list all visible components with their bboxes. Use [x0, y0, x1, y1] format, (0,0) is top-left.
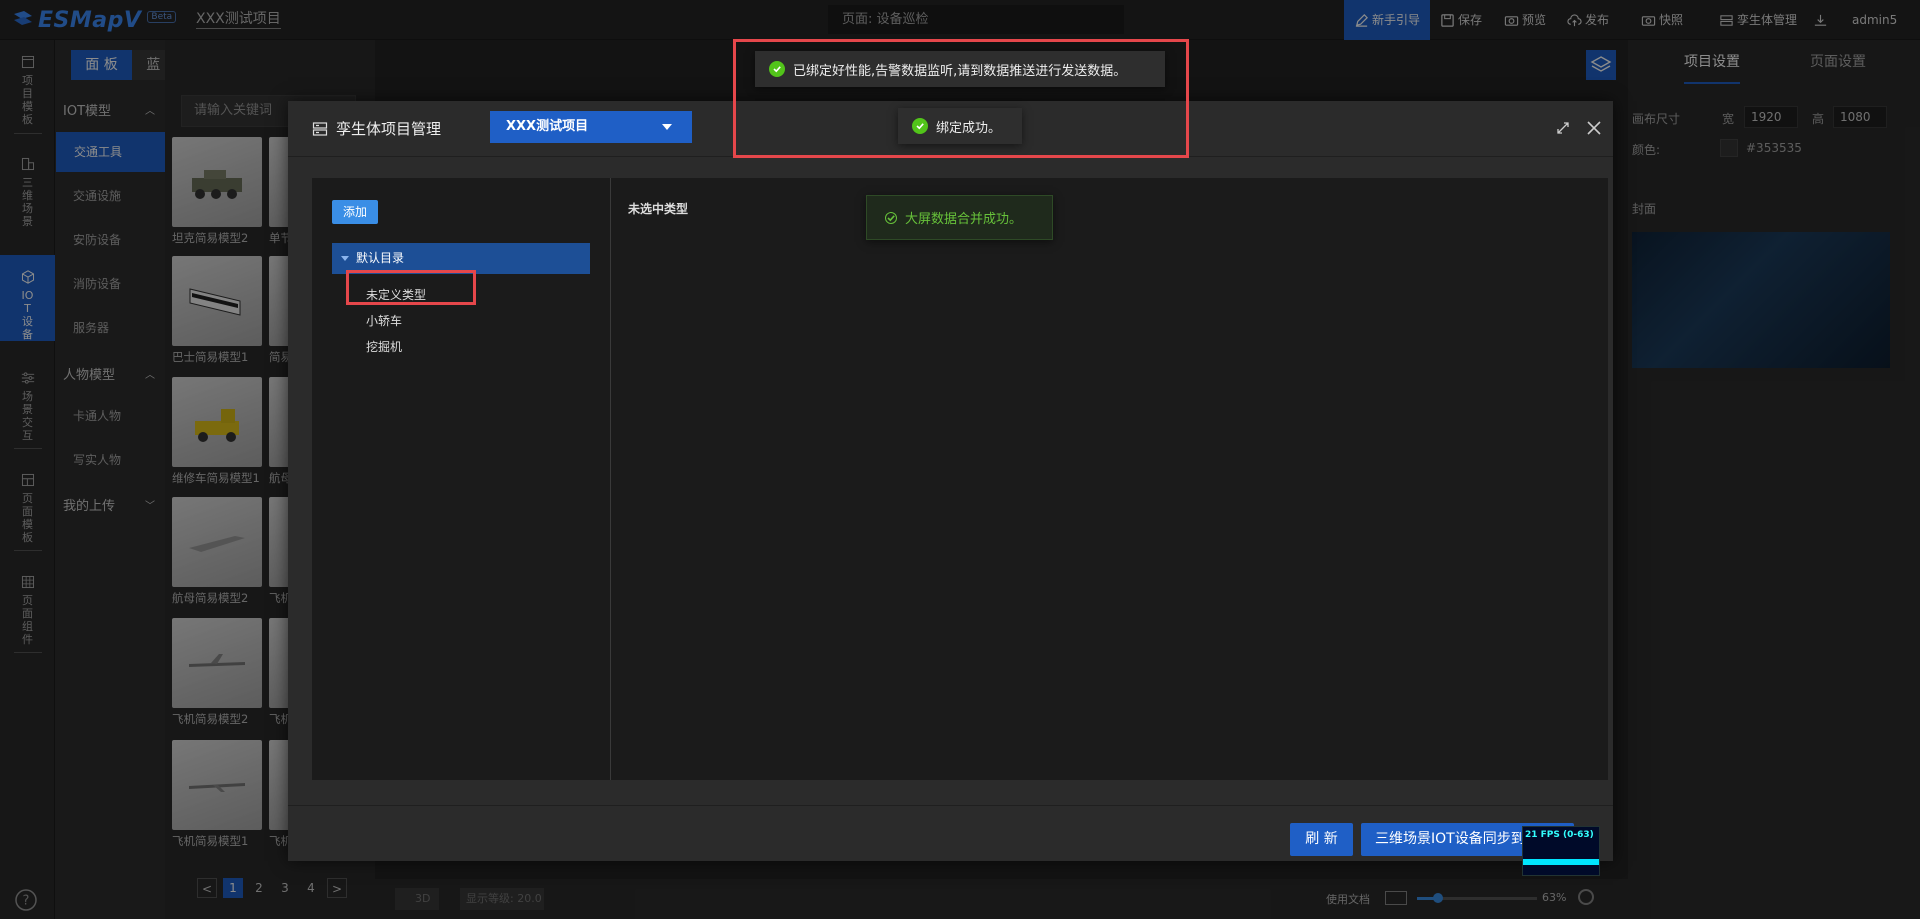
close-icon[interactable]	[1586, 120, 1602, 136]
check-circle-icon	[885, 211, 897, 224]
toast-text: 大屏数据合并成功。	[905, 212, 1023, 227]
fps-text: 21 FPS (0-63)	[1525, 830, 1594, 840]
refresh-button[interactable]: 刷 新	[1290, 823, 1353, 856]
modal-title-text: 孪生体项目管理	[336, 120, 442, 138]
project-select[interactable]: XXX测试项目	[490, 111, 692, 143]
caret-down-icon	[662, 124, 672, 130]
twin-icon	[312, 121, 328, 136]
highlight-box	[346, 270, 476, 305]
tree-node-car[interactable]: 小轿车	[366, 312, 402, 329]
modal-body: 添加 默认目录 未定义类型 小轿车 挖掘机 未选中类型	[312, 178, 1608, 780]
tree-root-label: 默认目录	[356, 251, 405, 265]
type-content-panel: 未选中类型	[612, 178, 1608, 780]
add-button[interactable]: 添加	[332, 200, 378, 224]
modal-title: 孪生体项目管理	[312, 118, 441, 139]
highlight-box	[733, 39, 1189, 158]
fps-bar	[1523, 859, 1599, 865]
type-tree-panel: 添加 默认目录 未定义类型 小轿车 挖掘机	[312, 178, 611, 780]
unselected-message: 未选中类型	[628, 202, 689, 216]
toast-merge-success: 大屏数据合并成功。	[866, 195, 1053, 240]
expand-icon[interactable]	[1556, 121, 1570, 135]
caret-down-icon	[341, 256, 349, 261]
project-select-value: XXX测试项目	[506, 119, 589, 134]
modal-footer: 刷 新 三维场景IOT设备同步到	[288, 805, 1613, 861]
tree-node-excavator[interactable]: 挖掘机	[366, 338, 402, 355]
fps-monitor: 21 FPS (0-63)	[1522, 826, 1600, 876]
